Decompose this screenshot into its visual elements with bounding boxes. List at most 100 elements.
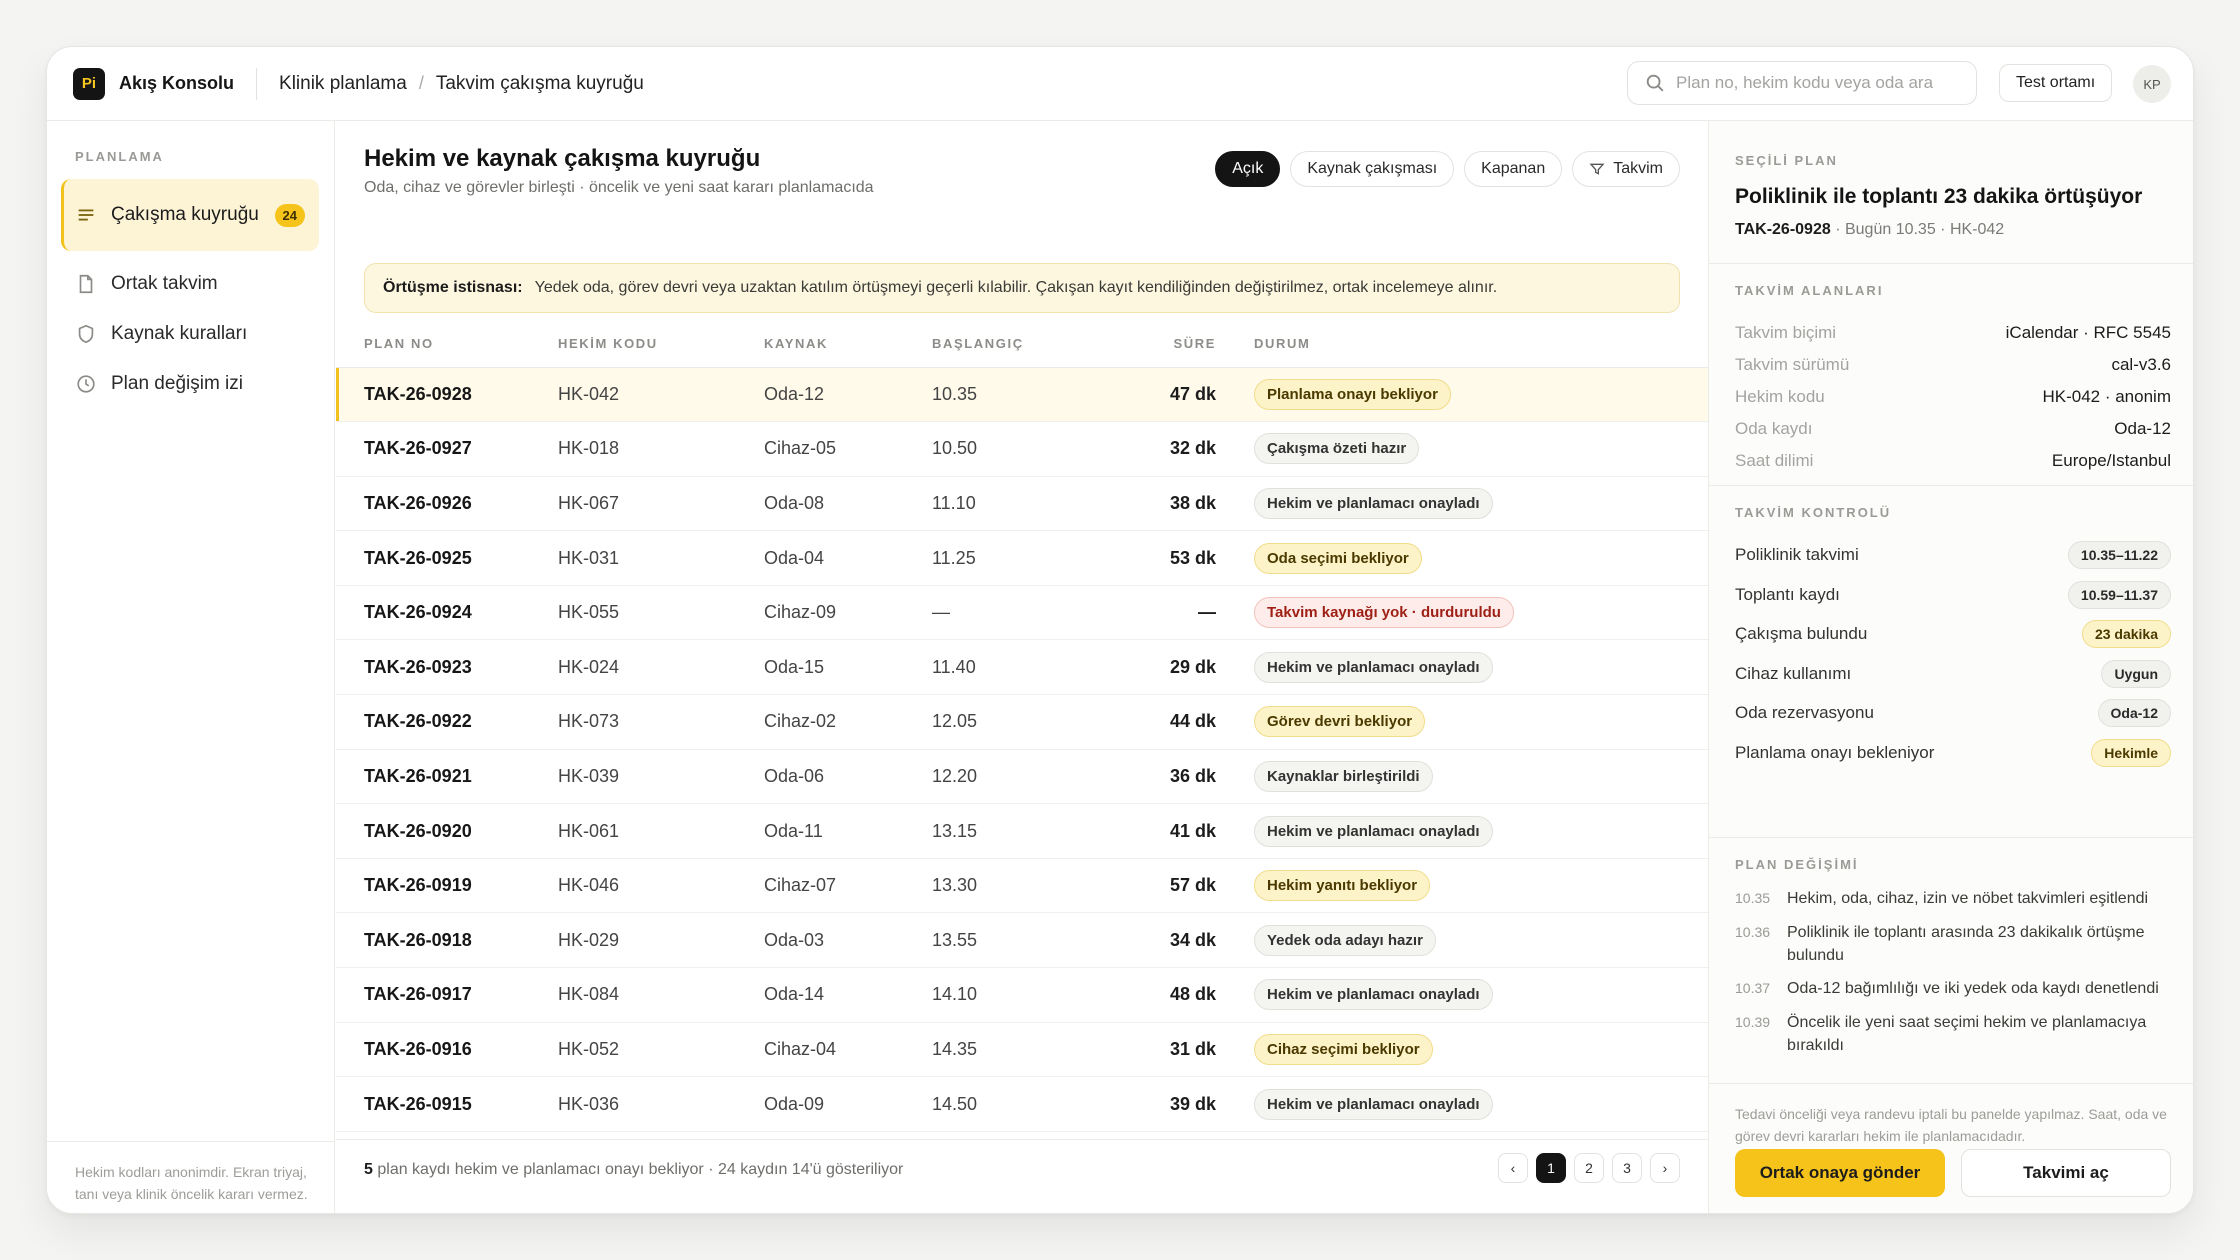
count-badge: 24 [274, 203, 305, 227]
plan-change-entry: 10.36 Poliklinik ile toplantı arasında 23… [1735, 921, 2175, 967]
sidebar-item-label: Plan değişim izi [111, 373, 243, 394]
status-cell: Kaynaklar birleştirildi [1216, 749, 1708, 805]
table-row[interactable]: TAK-26-0927 HK-018 Cihaz-05 10.50 32 dk Çakış… [336, 421, 1708, 477]
calendar-check-row: Çakışma bulundu 23 dakika [1735, 618, 2171, 650]
entry-text: Oda-12 bağımlılığı ve iki yedek oda kayd… [1787, 980, 2159, 997]
calendar-field-row: Hekim kodu HK-042 · anonim [1735, 387, 2171, 407]
column-header-duration[interactable]: SÜRE [1126, 321, 1216, 368]
page-title: Hekim ve kaynak çakışma kuyruğu [364, 145, 761, 172]
resource-cell: Oda-08 [764, 476, 932, 532]
filter-calendar[interactable]: Takvim [1572, 151, 1680, 187]
plan-change-entry: 10.39 Öncelik ile yeni saat seçimi hekim … [1735, 1011, 2175, 1057]
filter-resource-conflict[interactable]: Kaynak çakışması [1290, 151, 1455, 187]
page-3-button[interactable]: 3 [1612, 1153, 1642, 1183]
entry-time: 10.36 [1735, 924, 1771, 940]
table-row[interactable]: TAK-26-0916 HK-052 Cihaz-04 14.35 31 dk Cihaz… [336, 1022, 1708, 1078]
status-badge: Çakışma özeti hazır [1254, 433, 1420, 465]
app-window: Pi Akış Konsolu Klinik planlama / Takvim… [46, 46, 2194, 1214]
status-badge: Planlama onayı bekliyor [1254, 378, 1451, 410]
table-row[interactable]: TAK-26-0928 HK-042 Oda-12 10.35 47 dk Planlam… [336, 367, 1708, 423]
duration-cell: 44 dk [1126, 694, 1216, 750]
start-time-cell: 12.20 [932, 749, 1126, 805]
plan-no-cell: TAK-26-0920 [336, 803, 558, 859]
field-key: Oda kaydı [1735, 419, 1813, 438]
duration-cell: 29 dk [1126, 639, 1216, 696]
table-row[interactable]: TAK-26-0919 HK-046 Cihaz-07 13.30 57 dk Hekim… [336, 858, 1708, 914]
status-cell: Oda seçimi bekliyor [1216, 530, 1708, 586]
page-2-button[interactable]: 2 [1574, 1153, 1604, 1183]
duration-cell: 32 dk [1126, 421, 1216, 477]
sidebar-item-conflict-queue[interactable]: Çakışma kuyruğu 24 [61, 179, 319, 251]
send-for-approval-button[interactable]: Ortak onaya gönder [1735, 1149, 1945, 1197]
column-header-status[interactable]: DURUM [1216, 321, 1708, 368]
status-cell: Planlama onayı bekliyor [1216, 367, 1708, 423]
table-row[interactable]: TAK-26-0920 HK-061 Oda-11 13.15 41 dk Hekim v… [336, 803, 1708, 859]
calendar-fields-label: TAKVİM ALANLARI [1735, 283, 1884, 298]
column-header-plan-no[interactable]: PLAN NO [336, 321, 558, 368]
entry-time: 10.39 [1735, 1014, 1771, 1030]
open-calendar-button[interactable]: Takvimi aç [1961, 1149, 2171, 1197]
sidebar: PLANLAMA Çakışma kuyruğu 24 Ortak takvim… [47, 121, 335, 1213]
divider [1709, 1083, 2193, 1084]
filter-closed[interactable]: Kapanan [1464, 151, 1563, 187]
app-logo: Pi [73, 67, 105, 100]
overlap-exception-notice: Örtüşme istisnası: Yedek oda, görev devr… [364, 263, 1680, 313]
pending-text: plan kaydı hekim ve planlamacı onayı bek… [377, 1161, 904, 1178]
status-cell: Hekim ve planlamacı onayladı [1216, 476, 1708, 532]
prev-page-button[interactable]: ‹ [1498, 1153, 1528, 1183]
check-value-badge: 10.59–11.37 [2067, 580, 2171, 609]
duration-cell: 53 dk [1126, 530, 1216, 586]
start-time-cell: 13.15 [932, 803, 1126, 859]
status-cell: Hekim yanıtı bekliyor [1216, 858, 1708, 914]
table-row[interactable]: TAK-26-0915 HK-036 Oda-09 14.50 39 dk Hekim v… [336, 1076, 1708, 1132]
resource-cell: Oda-12 [764, 367, 932, 423]
status-cell: Görev devri bekliyor [1216, 694, 1708, 750]
sidebar-item-resource-rules[interactable]: Kaynak kuralları [61, 309, 319, 359]
physician-code-cell: HK-046 [558, 858, 764, 914]
table-row[interactable]: TAK-26-0917 HK-084 Oda-14 14.10 48 dk Hekim v… [336, 967, 1708, 1023]
resource-cell: Cihaz-02 [764, 694, 932, 750]
environment-button[interactable]: Test ortamı [1999, 64, 2113, 102]
table-row[interactable]: TAK-26-0923 HK-024 Oda-15 11.40 29 dk Hekim v… [336, 639, 1708, 696]
table-row[interactable]: TAK-26-0921 HK-039 Oda-06 12.20 36 dk Kaynakl… [336, 749, 1708, 805]
table-row[interactable]: TAK-26-0922 HK-073 Cihaz-02 12.05 44 dk Görev… [336, 694, 1708, 750]
physician-code-cell: HK-042 [558, 367, 764, 423]
resource-cell: Oda-11 [764, 803, 932, 859]
search-box[interactable] [1627, 61, 1977, 105]
calendar-field-row: Saat dilimi Europe/Istanbul [1735, 451, 2171, 471]
avatar[interactable]: KP [2133, 65, 2171, 103]
duration-cell: — [1126, 585, 1216, 641]
duration-cell: 36 dk [1126, 749, 1216, 805]
next-page-button[interactable]: › [1650, 1153, 1680, 1183]
field-value: HK-042 · anonim [2042, 387, 2171, 406]
column-header-physician[interactable]: HEKİM KODU [558, 321, 764, 368]
filter-open[interactable]: Açık [1215, 151, 1281, 187]
sidebar-item-shared-calendar[interactable]: Ortak takvim [61, 259, 319, 309]
check-value-badge: Oda-12 [2097, 699, 2171, 727]
calendar-check-row: Oda rezervasyonu Oda-12 [1735, 697, 2171, 729]
plan-no-cell: TAK-26-0923 [336, 639, 558, 696]
resource-cell: Oda-15 [764, 639, 932, 696]
selected-plan-time: · Bugün 10.35 · HK-042 [1835, 221, 2005, 238]
search-input[interactable] [1676, 73, 1966, 93]
column-header-start[interactable]: BAŞLANGIÇ [932, 321, 1126, 368]
sidebar-item-change-log[interactable]: Plan değişim izi [61, 359, 319, 409]
physician-code-cell: HK-018 [558, 421, 764, 477]
column-header-resource[interactable]: KAYNAK [764, 321, 932, 368]
table-row[interactable]: TAK-26-0918 HK-029 Oda-03 13.55 34 dk Yedek o… [336, 912, 1708, 969]
table-row[interactable]: TAK-26-0925 HK-031 Oda-04 11.25 53 dk Oda seç… [336, 530, 1708, 586]
page-1-button[interactable]: 1 [1536, 1153, 1566, 1183]
table-row[interactable]: TAK-26-0924 HK-055 Cihaz-09— — Takvim kaynağ… [336, 585, 1708, 641]
table-row[interactable]: TAK-26-0926 HK-067 Oda-08 11.10 38 dk Hekim v… [336, 476, 1708, 532]
check-label: Çakışma bulundu [1735, 624, 1868, 643]
physician-code-cell: HK-039 [558, 749, 764, 805]
breadcrumb-item-planning[interactable]: Klinik planlama [279, 73, 407, 95]
field-value: iCalendar · RFC 5545 [2005, 323, 2171, 342]
field-key: Saat dilimi [1735, 451, 1814, 470]
calendar-check-row: Planlama onayı bekleniyor Hekimle [1735, 737, 2171, 769]
top-bar: Pi Akış Konsolu Klinik planlama / Takvim… [47, 47, 2193, 121]
check-label: Toplantı kaydı [1735, 584, 1840, 604]
resource-cell: Cihaz-09 [764, 585, 932, 641]
entry-time: 10.35 [1735, 890, 1771, 906]
selected-plan-meta: TAK-26-0928 · Bugün 10.35 · HK-042 [1735, 221, 2004, 239]
